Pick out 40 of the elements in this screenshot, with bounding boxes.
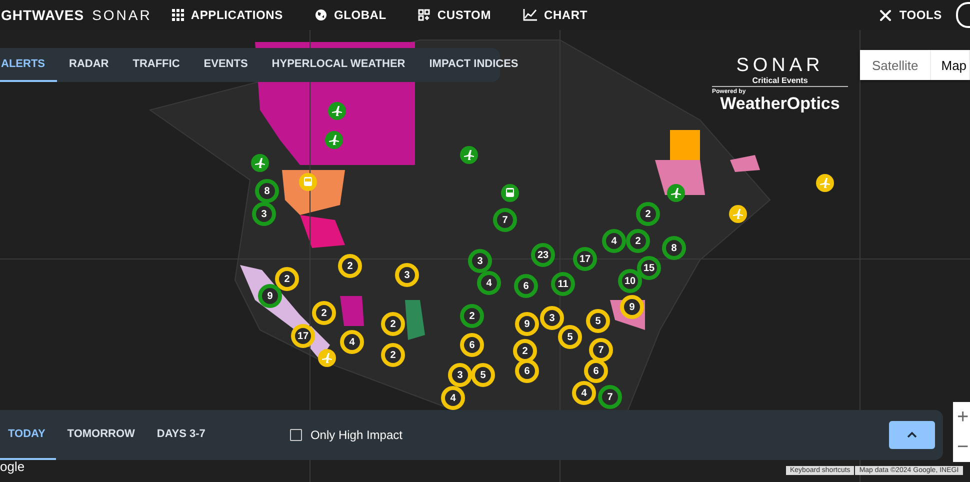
nav-link[interactable]: APPLICATIONS: [172, 8, 283, 22]
chart-icon: [523, 9, 537, 21]
airplane-icon[interactable]: [729, 205, 747, 223]
airplane-icon[interactable]: [460, 146, 478, 164]
airplane-icon[interactable]: [328, 102, 346, 120]
grid-icon: [172, 9, 184, 21]
airplane-icon[interactable]: [251, 154, 269, 172]
bus-icon[interactable]: [501, 184, 519, 202]
nav-link[interactable]: CHART: [523, 8, 588, 22]
widgets-icon: [418, 9, 430, 21]
layer-tab[interactable]: IMPACT INDICES: [417, 48, 530, 82]
day-tab[interactable]: DAYS 3-7: [146, 410, 216, 460]
partner-logo: WeatherOptics: [720, 95, 840, 113]
expand-button[interactable]: [889, 421, 935, 449]
logo-subtitle: Critical Events: [712, 76, 848, 87]
map-type-button[interactable]: Satellite: [860, 50, 932, 80]
layer-tab[interactable]: RADAR: [57, 48, 121, 82]
chevron-up-icon: [906, 431, 918, 439]
logo-title: SONAR: [736, 56, 824, 76]
layer-tab[interactable]: ALERTS: [0, 48, 57, 82]
globe-icon: [314, 9, 327, 21]
layer-tab[interactable]: TRAFFIC: [120, 48, 192, 82]
airplane-icon[interactable]: [816, 174, 834, 192]
tools-button[interactable]: TOOLS: [879, 8, 942, 22]
high-impact-checkbox[interactable]: Only High Impact: [290, 410, 402, 460]
brand-product: SONAR: [92, 7, 152, 23]
checkbox[interactable]: [290, 429, 302, 441]
map-type-button[interactable]: Map: [931, 50, 970, 80]
layer-tab[interactable]: EVENTS: [192, 48, 260, 82]
airplane-icon[interactable]: [318, 349, 336, 367]
day-tab[interactable]: TOMORROW: [56, 410, 146, 460]
alert-area[interactable]: [730, 155, 760, 172]
brand-name: GHTWAVES: [1, 7, 84, 23]
airplane-icon[interactable]: [325, 131, 343, 149]
google-logo: ogle: [0, 459, 25, 474]
nav-link[interactable]: CUSTOM: [418, 8, 491, 22]
nav-link[interactable]: GLOBAL: [314, 8, 386, 22]
airplane-icon[interactable]: [667, 184, 685, 202]
day-tab[interactable]: TODAY: [0, 410, 56, 460]
layer-tab[interactable]: HYPERLOCAL WEATHER: [260, 48, 418, 82]
